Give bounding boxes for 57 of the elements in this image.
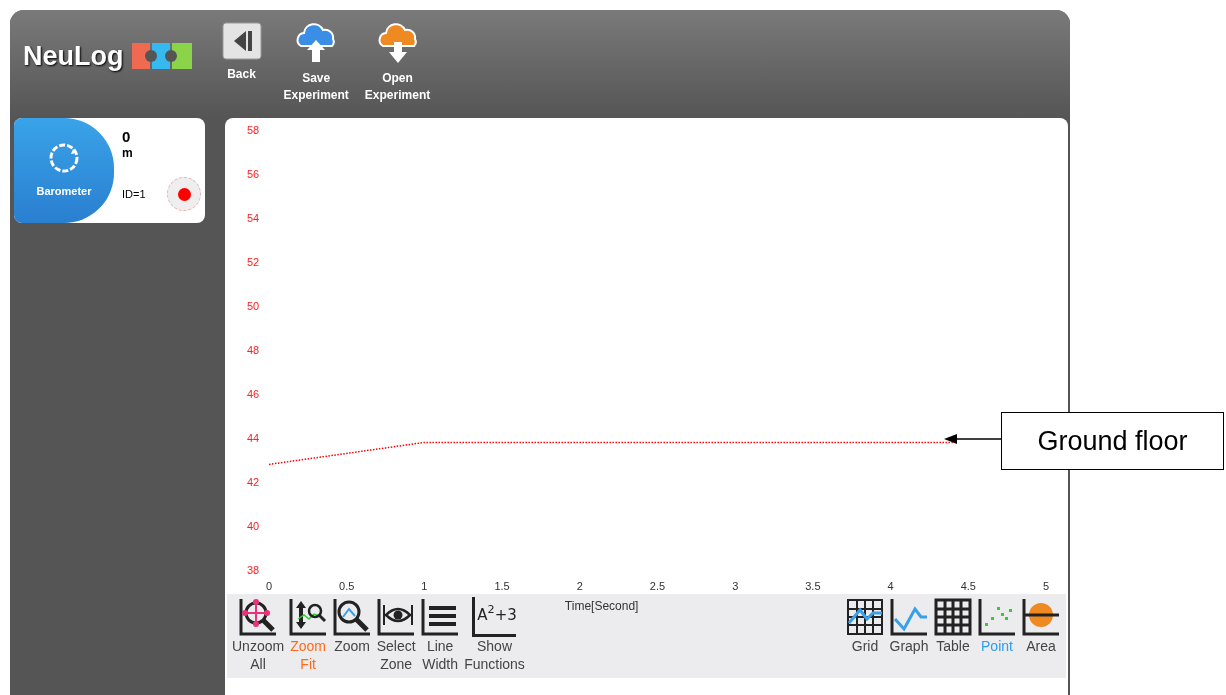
y-tick-label: 42 [247,476,260,488]
sensor-id: ID=1 [122,186,146,202]
puzzle-logo-icon [131,43,192,70]
tool-button[interactable]: Select Zone [374,597,419,673]
logo-text: NeuLog [23,40,124,73]
x-tick-label: 2.5 [649,580,666,592]
y-tick-label: 46 [247,388,260,400]
crosshair-magnifier-icon [238,597,279,637]
sensor-name: Barometer [36,184,92,200]
x-tick-label: 3 [732,580,739,592]
x-tick-label: 2 [576,580,583,592]
y-tick-label: 56 [247,168,260,180]
x-tick-label: 4.5 [960,580,976,592]
tool-button[interactable]: A$^{2}$+3 Show Functions [462,597,527,673]
tool-button[interactable]: Graph [887,597,931,655]
area-chart-icon [1021,597,1061,637]
y-tick-label: 38 [247,564,260,576]
toolbar-button[interactable]: Back [211,22,272,83]
callout-arrow [944,433,1002,445]
eye-icon [376,597,417,637]
tool-button[interactable]: Unzoom All [230,597,287,673]
x-tick-label: 1.5 [494,580,510,592]
y-tick-label: 44 [247,432,260,444]
back-icon [221,22,262,60]
tool-button[interactable]: Area [1019,597,1063,655]
x-tick-label: 3.5 [805,580,821,592]
sensor-unit: m [122,145,134,161]
x-axis-title: Time[Second] [564,598,639,615]
scatter-icon [977,597,1017,637]
x-tick-label: 0.5 [339,580,355,592]
record-icon [177,187,191,201]
y-tick-label: 52 [247,256,260,268]
arrows-magnifier-icon [288,597,329,637]
y-tick-label: 50 [247,300,260,312]
x-tick-label: 5 [1042,580,1050,592]
record-button[interactable] [167,177,201,211]
y-tick-label: 48 [247,344,260,356]
line-chart-icon [889,597,929,637]
magnifier-icon [332,597,373,637]
tool-button[interactable]: Line Width [418,597,463,673]
x-tick-label: 4 [887,580,894,592]
y-tick-label: 40 [247,520,260,532]
grid-chart-icon [845,597,885,637]
sensor-card[interactable]: Barometer 0 m ID=1 [14,118,205,223]
x-tick-label: 0 [265,580,273,592]
table-icon [933,597,973,637]
tool-button[interactable]: Table [931,597,975,655]
lines-icon [420,597,461,637]
y-tick-label: 54 [247,212,260,224]
tool-button[interactable]: Zoom [330,597,375,673]
toolbar-button[interactable]: Open Experiment [360,22,435,104]
x-tick-label: 1 [421,580,428,592]
callout-label: Ground floor [1001,412,1224,470]
tool-button[interactable]: Grid [843,597,887,655]
y-tick-label: 58 [247,124,260,136]
toolbar-button[interactable]: Save Experiment [279,22,353,104]
sensor-value: 0 [122,128,132,145]
